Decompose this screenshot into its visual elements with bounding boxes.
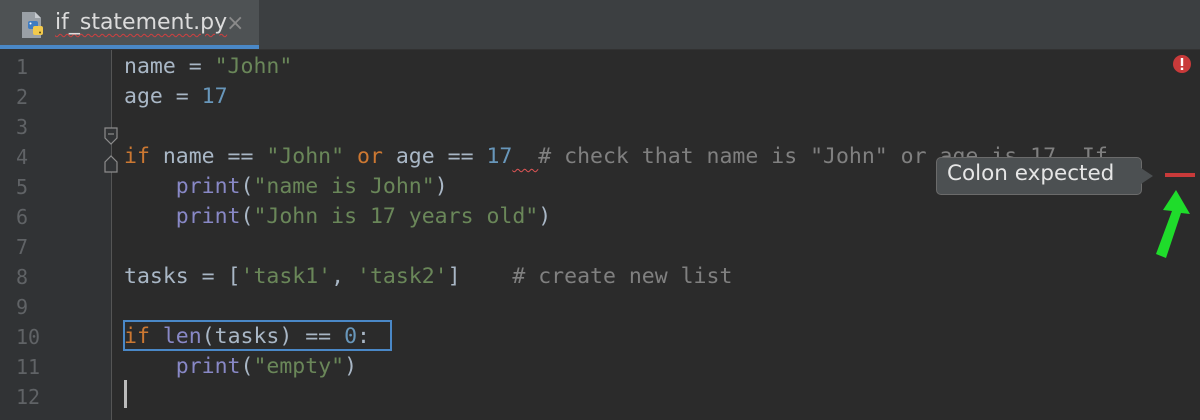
line-number: 3 [16,115,29,139]
error-tooltip: Colon expected [936,157,1142,195]
line-number: 1 [16,55,29,79]
code-line-2: age = 17 [124,84,228,109]
line-number: 8 [16,265,29,289]
text-caret [124,380,127,408]
code-line-11: print("empty") [175,354,358,379]
tab-filename: if_statement.py [55,10,228,35]
code-line-5: print("name is John") [175,174,448,199]
close-icon[interactable]: × [226,11,244,36]
python-file-icon [22,12,43,38]
tab-if-statement[interactable]: if_statement.py × [0,0,259,49]
error-stripe-mark[interactable] [1165,173,1195,177]
green-arrow-icon [1156,190,1190,258]
active-tab-indicator [0,45,259,49]
code-line-1: name = "John" [124,54,293,79]
tooltip-text: Colon expected [947,161,1115,186]
editor-tab-bar: if_statement.py × [0,0,1200,50]
code-line-10: if len(tasks) == 0: [124,324,370,349]
tooltip-pointer [1141,168,1153,184]
line-number-gutter: 1 2 3 4 5 6 7 8 9 10 11 12 [0,50,112,420]
line-number: 2 [16,85,29,109]
line-number: 11 [16,355,41,379]
line-number: 9 [16,295,29,319]
code-editor[interactable]: name = "John" age = 17 if name == "John"… [112,50,1200,420]
code-line-8: tasks = ['task1', 'task2'] # create new … [124,264,733,289]
line-number: 7 [16,235,29,259]
code-line-6: print("John is 17 years old") [175,204,552,229]
line-number: 4 [16,145,29,169]
line-number: 10 [16,325,41,349]
line-number: 12 [16,385,41,409]
line-number: 5 [16,175,29,199]
error-stripe-icon[interactable] [1172,54,1192,74]
syntax-error-marker [512,144,538,169]
line-number: 6 [16,205,29,229]
